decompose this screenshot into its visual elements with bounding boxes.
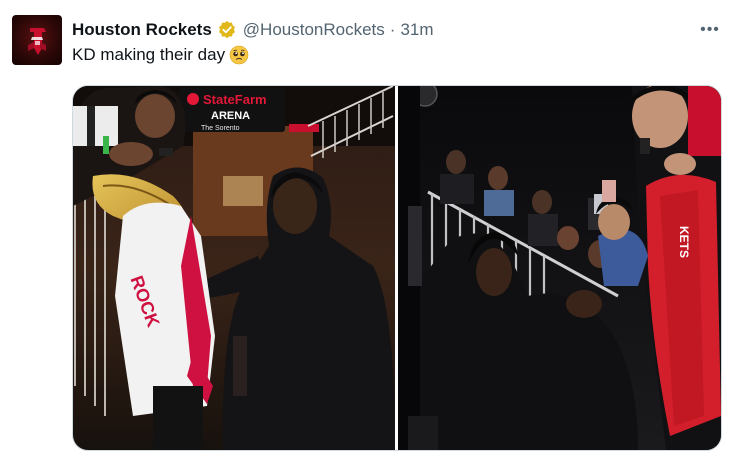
gold-verified-badge-icon[interactable] (217, 20, 237, 40)
user-handle[interactable]: @HoustonRockets (243, 20, 385, 40)
svg-text:KETS: KETS (677, 226, 691, 258)
tweet-text: KD making their day (72, 45, 249, 65)
tweet-card[interactable]: Houston Rockets @HoustonRockets · 31m ••… (0, 0, 738, 461)
timestamp[interactable]: 31m (400, 20, 433, 40)
pleading-face-emoji-icon (229, 45, 249, 65)
separator-dot: · (389, 20, 396, 39)
sign-caption: The Sorento (201, 125, 240, 132)
tweet-header: Houston Rockets @HoustonRockets · 31m (72, 18, 434, 42)
more-options-icon[interactable]: ••• (698, 20, 722, 40)
photo-left[interactable]: StateFarm ARENA The Sorento ROCK (73, 86, 395, 450)
tweet-text-content: KD making their day (72, 45, 226, 64)
sign-sub: ARENA (211, 110, 250, 122)
display-name[interactable]: Houston Rockets (72, 20, 212, 40)
sign-brand: StateFarm (203, 92, 267, 107)
photo-right[interactable]: KETS (398, 86, 721, 450)
state-farm-sign: StateFarm ARENA The Sorento (179, 88, 285, 132)
media-grid: StateFarm ARENA The Sorento ROCK KETS (72, 85, 722, 451)
rockets-logo-icon[interactable] (12, 15, 62, 65)
